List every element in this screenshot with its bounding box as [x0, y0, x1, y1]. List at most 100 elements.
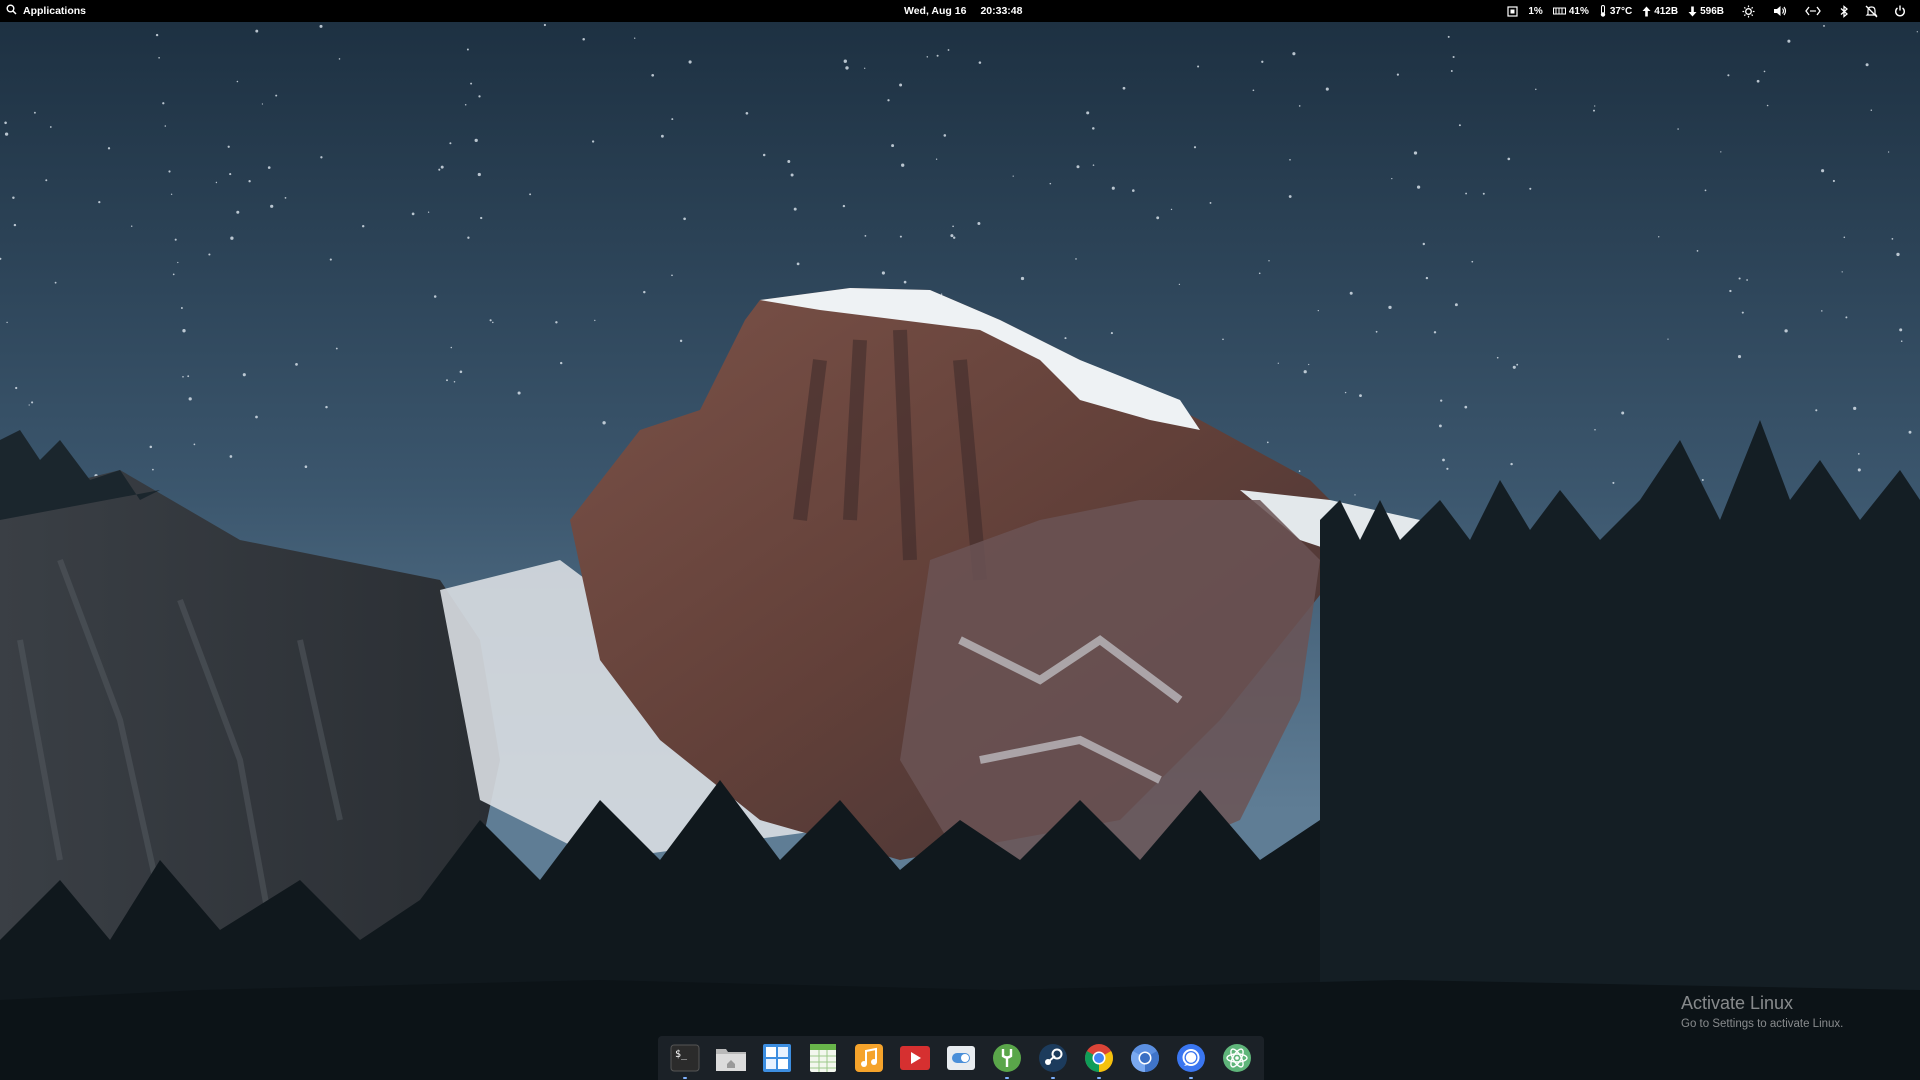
star — [1292, 52, 1296, 56]
star — [1594, 429, 1596, 431]
star — [591, 140, 595, 143]
star — [1222, 338, 1224, 341]
star — [790, 173, 794, 177]
star — [555, 321, 558, 324]
star — [1458, 124, 1461, 127]
star — [1857, 468, 1861, 472]
star — [33, 111, 36, 114]
star — [926, 56, 929, 58]
star — [1349, 291, 1353, 295]
star — [4, 121, 7, 125]
star — [1416, 185, 1421, 189]
star — [229, 455, 233, 458]
search-icon — [6, 4, 17, 18]
star — [467, 236, 470, 239]
star — [1891, 238, 1894, 240]
star — [1303, 370, 1307, 374]
star — [1704, 189, 1707, 192]
star — [477, 172, 481, 177]
star — [466, 48, 469, 51]
cpu-usage[interactable]: 1% — [1528, 0, 1542, 22]
star — [329, 258, 332, 261]
dock-item-files[interactable] — [713, 1040, 749, 1076]
dock-item-tweaks[interactable] — [989, 1040, 1025, 1079]
star — [940, 293, 943, 295]
star — [459, 370, 463, 374]
session-indicator[interactable] — [1894, 0, 1906, 22]
brightness-indicator[interactable] — [1742, 0, 1755, 22]
star — [891, 144, 895, 148]
star — [172, 273, 175, 276]
star — [1132, 189, 1135, 192]
star — [1020, 276, 1025, 281]
date-time-indicator[interactable]: Wed, Aug 16 20:33:48 — [904, 0, 1022, 22]
dock-item-appcenter[interactable] — [759, 1040, 795, 1076]
star — [602, 421, 606, 425]
cpu-indicator[interactable] — [1507, 0, 1518, 22]
notifications-indicator[interactable] — [1865, 0, 1878, 22]
dock-item-signal[interactable] — [1173, 1040, 1209, 1079]
star — [1857, 453, 1860, 455]
star — [1766, 104, 1769, 107]
star — [1512, 365, 1516, 369]
star — [28, 404, 30, 406]
dock-item-terminal[interactable]: $_ — [667, 1040, 703, 1079]
memory-indicator[interactable]: 41% — [1552, 0, 1589, 22]
star — [842, 204, 846, 208]
star — [162, 102, 165, 105]
star — [1821, 310, 1823, 312]
star — [899, 83, 903, 87]
star — [155, 33, 159, 37]
star — [1815, 409, 1818, 412]
star — [427, 211, 430, 213]
star — [594, 319, 596, 322]
dock-item-steam[interactable] — [1035, 1040, 1071, 1079]
dock-item-settings[interactable] — [943, 1040, 979, 1076]
star — [1471, 260, 1474, 263]
star — [168, 170, 171, 173]
star — [1391, 177, 1393, 180]
star — [1853, 406, 1857, 411]
volume-indicator[interactable] — [1773, 0, 1787, 22]
dock-item-chromium[interactable] — [1127, 1040, 1163, 1076]
star — [1787, 39, 1791, 43]
applications-menu[interactable]: Applications — [6, 0, 86, 22]
star — [1317, 309, 1319, 312]
star — [1763, 70, 1766, 73]
star — [1464, 405, 1468, 409]
star — [474, 138, 478, 143]
star — [464, 104, 467, 106]
svg-text:$_: $_ — [675, 1049, 688, 1060]
video-player-icon — [898, 1043, 932, 1073]
star — [953, 236, 956, 239]
star — [1621, 411, 1625, 415]
upload-indicator[interactable]: 412B — [1642, 0, 1678, 22]
star — [543, 23, 547, 27]
star — [793, 207, 797, 211]
star — [1344, 391, 1347, 394]
star — [170, 193, 173, 195]
bluetooth-indicator[interactable] — [1839, 0, 1849, 22]
star — [1899, 328, 1903, 332]
upload-value: 412B — [1654, 5, 1679, 17]
download-indicator[interactable]: 596B — [1688, 0, 1724, 22]
star — [1359, 394, 1362, 398]
dock-item-music[interactable] — [851, 1040, 887, 1076]
star — [1288, 195, 1292, 198]
temperature-indicator[interactable]: 37°C — [1599, 0, 1632, 22]
dock-item-chrome[interactable] — [1081, 1040, 1117, 1079]
star — [1593, 109, 1595, 112]
dock-item-spreadsheet[interactable] — [805, 1040, 841, 1076]
star — [901, 163, 905, 167]
brightness-icon — [1742, 5, 1755, 18]
system-indicators: 1% 41% 37°C 412B 596B — [1507, 0, 1906, 22]
star — [180, 307, 183, 309]
star — [248, 180, 251, 183]
star — [1156, 216, 1160, 220]
star — [864, 67, 866, 69]
network-indicator[interactable] — [1805, 0, 1821, 22]
power-icon — [1894, 5, 1906, 17]
star — [1433, 331, 1437, 334]
dock-item-videos[interactable] — [897, 1040, 933, 1076]
dock-item-atom[interactable] — [1219, 1040, 1255, 1076]
